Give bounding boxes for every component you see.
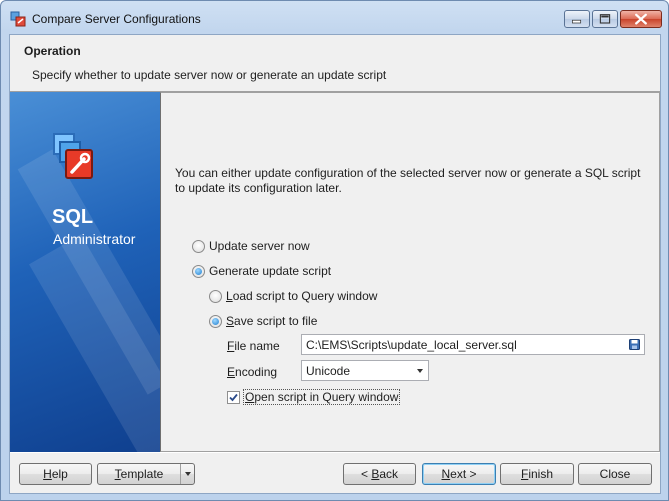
minimize-button[interactable]	[564, 10, 590, 28]
update-now-label: Update server now	[209, 239, 310, 253]
chevron-down-icon	[417, 369, 423, 373]
load-to-query-label: Load script to Query window	[226, 289, 378, 303]
encoding-value: Unicode	[306, 364, 351, 378]
file-name-value: C:\EMS\Scripts\update_local_server.sql	[306, 338, 517, 352]
save-to-file-label: Save script to file	[226, 314, 318, 328]
next-button[interactable]: Next >	[422, 463, 496, 485]
finish-button[interactable]: Finish	[500, 463, 574, 485]
minimize-icon	[572, 19, 582, 24]
save-to-file-radio[interactable]	[209, 314, 222, 328]
file-name-input[interactable]: C:\EMS\Scripts\update_local_server.sql	[301, 334, 645, 355]
maximize-icon	[599, 14, 611, 24]
generate-script-label: Generate update script	[209, 264, 332, 278]
load-to-query-option[interactable]: Load script to Query window	[209, 289, 377, 303]
back-button[interactable]: < Back	[343, 463, 416, 485]
template-dropdown-icon[interactable]	[180, 464, 194, 484]
open-in-query-option[interactable]: Open script in Query window	[227, 389, 401, 405]
file-name-label: File name	[227, 339, 280, 353]
sidebar-subtitle: Administrator	[53, 231, 136, 247]
footer-divider	[10, 452, 660, 453]
open-in-query-label: Open script in Query window	[243, 389, 401, 405]
save-to-file-option[interactable]: Save script to file	[209, 314, 317, 328]
update-now-radio[interactable]	[192, 239, 205, 253]
checkmark-icon	[229, 393, 238, 401]
sidebar-decoration	[29, 234, 160, 452]
window-title: Compare Server Configurations	[32, 12, 201, 26]
open-in-query-checkbox[interactable]	[227, 390, 240, 404]
page-title: Operation	[24, 44, 81, 58]
dialog-content: Operation Specify whether to update serv…	[9, 34, 661, 494]
save-icon[interactable]	[629, 339, 640, 350]
update-now-option[interactable]: Update server now	[192, 239, 310, 253]
header-panel: Operation Specify whether to update serv…	[10, 35, 660, 89]
load-to-query-radio[interactable]	[209, 289, 222, 303]
encoding-select[interactable]: Unicode	[301, 360, 429, 381]
generate-script-option[interactable]: Generate update script	[192, 264, 331, 278]
page-subtitle: Specify whether to update server now or …	[32, 68, 387, 82]
options-panel: You can either update configuration of t…	[160, 92, 660, 452]
wizard-sidebar: SQL Administrator	[10, 92, 160, 452]
maximize-button[interactable]	[592, 10, 618, 28]
app-icon	[10, 11, 26, 27]
close-icon	[635, 13, 647, 25]
sql-administrator-logo-icon	[53, 133, 93, 179]
generate-script-radio[interactable]	[192, 264, 205, 278]
description-text: You can either update configuration of t…	[175, 166, 641, 195]
template-button[interactable]: Template	[97, 463, 195, 485]
sidebar-title: SQL	[52, 206, 94, 228]
close-window-button[interactable]	[620, 10, 662, 28]
help-button[interactable]: Help	[19, 463, 92, 485]
dialog-window: Compare Server Configurations Operation …	[0, 0, 669, 501]
encoding-label: Encoding	[227, 365, 278, 379]
close-button[interactable]: Close	[578, 463, 652, 485]
title-bar[interactable]: Compare Server Configurations	[1, 1, 668, 34]
